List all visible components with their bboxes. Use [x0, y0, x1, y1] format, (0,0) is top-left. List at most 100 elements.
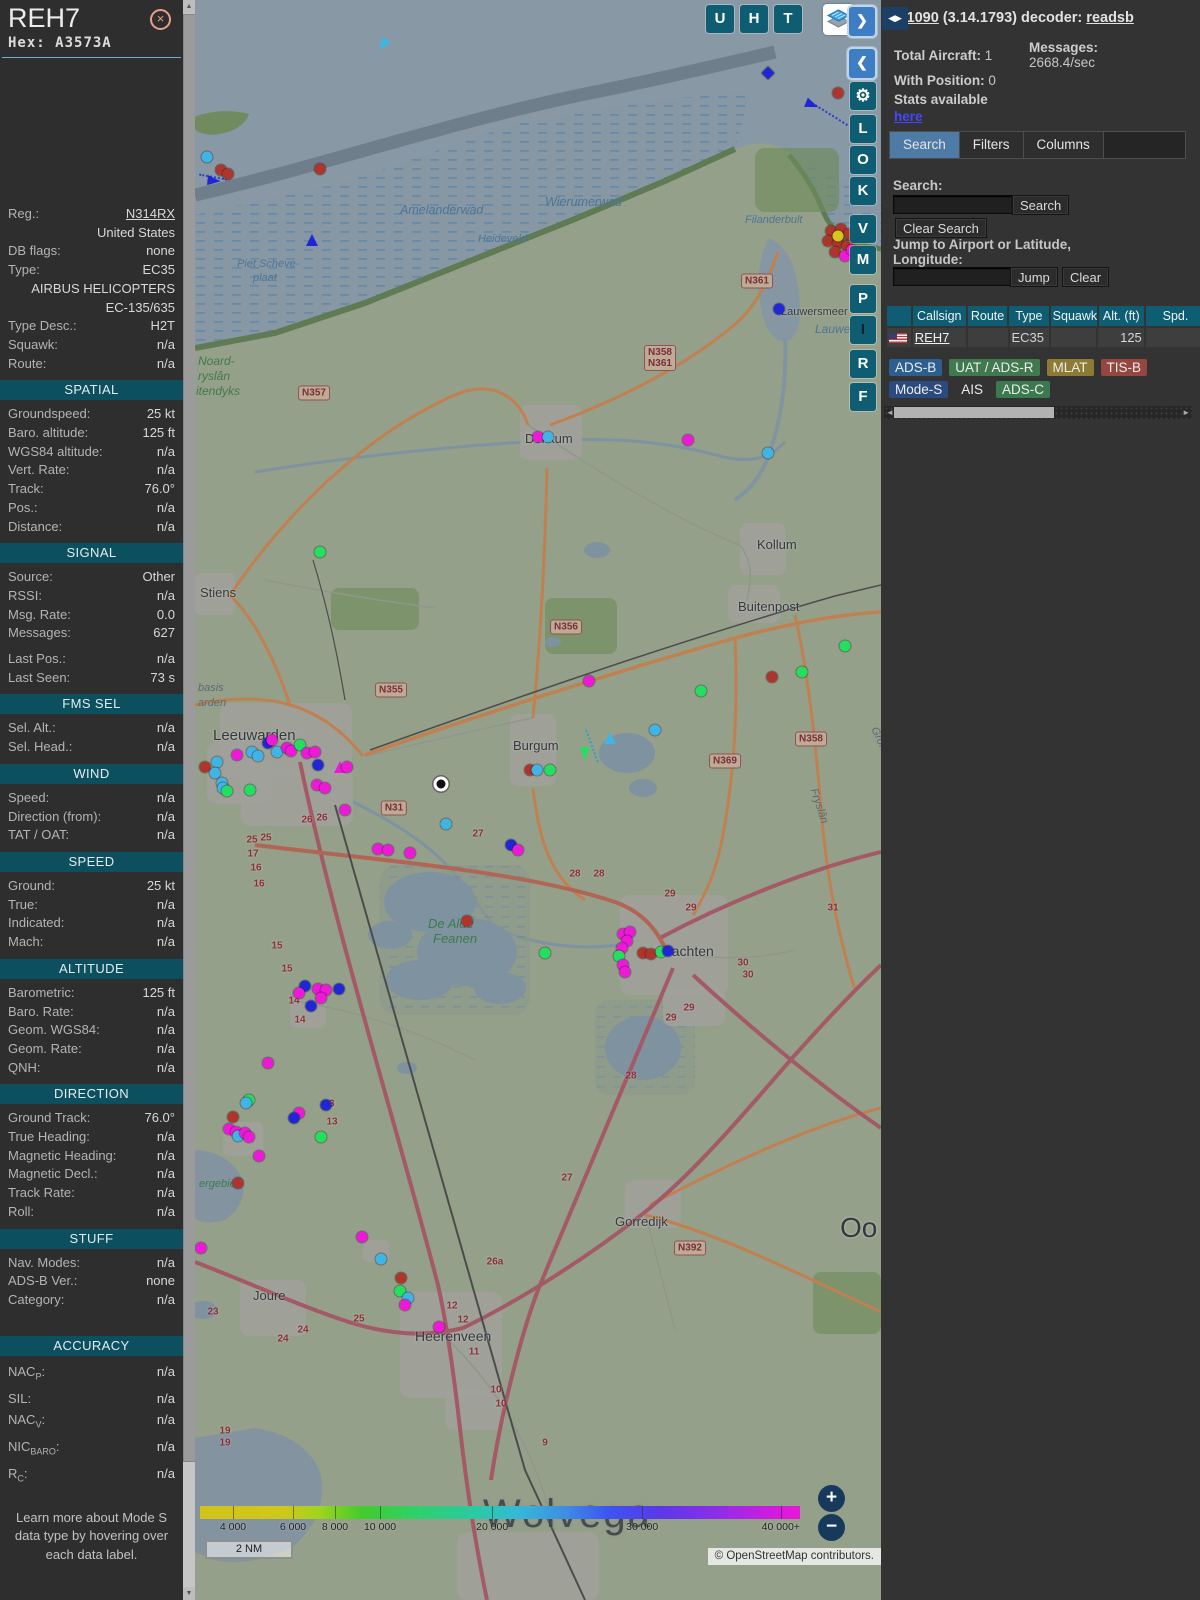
aircraft-marker[interactable]	[315, 547, 326, 558]
jump-button[interactable]: Jump	[1010, 267, 1058, 287]
scroll-right-icon[interactable]: ►	[1182, 407, 1190, 418]
map-button-L[interactable]: L	[850, 115, 876, 143]
aircraft-marker[interactable]	[375, 37, 391, 53]
map-button-U[interactable]: U	[706, 5, 734, 33]
column-header-Alt. (ft)[interactable]: Alt. (ft)	[1099, 306, 1144, 326]
aircraft-marker[interactable]	[316, 993, 327, 1004]
aircraft-marker[interactable]	[840, 641, 851, 652]
selected-aircraft-marker[interactable]	[434, 777, 449, 792]
column-header-Spd.[interactable]: Spd.	[1146, 306, 1200, 326]
attribution[interactable]: © OpenStreetMap contributors.	[708, 1548, 881, 1565]
aircraft-marker[interactable]	[405, 848, 416, 859]
column-header-Callsign[interactable]: Callsign	[913, 306, 966, 326]
tab-filters[interactable]: Filters	[960, 132, 1024, 158]
aircraft-marker[interactable]	[396, 1273, 407, 1284]
map-button-F[interactable]: F	[850, 383, 876, 411]
search-input[interactable]	[893, 195, 1013, 214]
aircraft-marker[interactable]	[316, 1132, 327, 1143]
readsb-link[interactable]: readsb	[1086, 10, 1134, 26]
tab-search[interactable]: Search	[890, 132, 960, 158]
aircraft-marker[interactable]	[441, 819, 452, 830]
aircraft-marker[interactable]	[320, 783, 331, 794]
aircraft-marker[interactable]	[294, 988, 305, 999]
map-button-I[interactable]: I	[850, 316, 876, 344]
map-button-K[interactable]: K	[850, 177, 876, 205]
map[interactable]: AmelanderwadWierumerwadHeideveldFilander…	[195, 0, 881, 1600]
aircraft-marker[interactable]	[310, 747, 321, 758]
row-value[interactable]: N314RX	[126, 205, 175, 224]
aircraft-marker[interactable]	[263, 1058, 274, 1069]
aircraft-marker[interactable]	[833, 88, 844, 99]
aircraft-marker[interactable]	[321, 1100, 332, 1111]
column-header-Route[interactable]: Route	[968, 306, 1007, 326]
aircraft-marker[interactable]	[340, 805, 351, 816]
aircraft-marker[interactable]	[342, 762, 353, 773]
aircraft-marker[interactable]	[804, 98, 820, 112]
expand-icon[interactable]: ❯	[847, 5, 877, 38]
aircraft-marker[interactable]	[202, 152, 213, 163]
tab-columns[interactable]: Columns	[1024, 132, 1104, 158]
aircraft-marker[interactable]	[400, 1300, 411, 1311]
zoom-in-button[interactable]: +	[818, 1485, 845, 1512]
aircraft-marker[interactable]	[306, 1001, 317, 1012]
aircraft-marker[interactable]	[376, 1254, 387, 1265]
aircraft-marker[interactable]	[313, 760, 324, 771]
aircraft-marker[interactable]	[357, 1232, 368, 1243]
jump-clear-button[interactable]: Clear	[1062, 267, 1109, 287]
aircraft-marker[interactable]	[233, 1178, 244, 1189]
zoom-out-button[interactable]: −	[818, 1514, 845, 1541]
aircraft-marker[interactable]	[683, 435, 694, 446]
map-button-M[interactable]: M	[850, 246, 876, 274]
aircraft-marker[interactable]	[833, 231, 844, 242]
scroll-up-icon[interactable]: ▲	[183, 0, 195, 13]
map-button-V[interactable]: V	[850, 215, 876, 243]
aircraft-marker[interactable]	[545, 765, 556, 776]
column-header-Type[interactable]: Type	[1009, 306, 1048, 326]
map-button-O[interactable]: O	[850, 146, 876, 174]
aircraft-marker[interactable]	[797, 667, 808, 678]
search-button[interactable]: Search	[1012, 195, 1069, 215]
stats-link[interactable]: here	[894, 109, 923, 124]
aircraft-marker[interactable]	[244, 1132, 255, 1143]
aircraft-marker[interactable]	[383, 845, 394, 856]
jump-input[interactable]	[893, 267, 1013, 286]
aircraft-marker[interactable]	[207, 175, 221, 186]
aircraft-marker[interactable]	[223, 169, 234, 180]
panel-width-toggle[interactable]: ◀▶	[882, 7, 908, 30]
aircraft-marker[interactable]	[315, 164, 326, 175]
map-button-P[interactable]: P	[850, 285, 876, 313]
aircraft-marker[interactable]	[306, 234, 318, 246]
aircraft-marker[interactable]	[289, 1113, 300, 1124]
cell-callsign[interactable]: REH7	[913, 328, 966, 347]
aircraft-marker[interactable]	[650, 725, 661, 736]
collapse-icon[interactable]: ❮	[847, 47, 877, 80]
map-button-R[interactable]: R	[850, 350, 876, 378]
aircraft-marker[interactable]	[543, 432, 554, 443]
scroll-down-icon[interactable]: ▼	[183, 1587, 195, 1600]
map-button-H[interactable]: H	[740, 5, 768, 33]
aircraft-marker[interactable]	[212, 757, 223, 768]
aircraft-marker[interactable]	[532, 765, 543, 776]
aircraft-marker[interactable]	[434, 1322, 445, 1333]
aircraft-marker[interactable]	[513, 845, 524, 856]
aircraft-marker[interactable]	[222, 786, 233, 797]
aircraft-marker[interactable]	[462, 916, 473, 927]
sidebar-scrollbar[interactable]: ▲ ▼	[183, 0, 195, 1600]
aircraft-marker[interactable]	[762, 67, 775, 80]
column-header-flag[interactable]	[887, 306, 911, 326]
aircraft-marker[interactable]	[763, 448, 774, 459]
aircraft-marker[interactable]	[232, 750, 243, 761]
aircraft-marker[interactable]	[620, 967, 631, 978]
close-icon[interactable]: ×	[150, 9, 171, 30]
clear-search-button[interactable]: Clear Search	[895, 218, 987, 238]
aircraft-marker[interactable]	[334, 984, 345, 995]
aircraft-marker[interactable]	[584, 676, 595, 687]
aircraft-marker[interactable]	[228, 1112, 239, 1123]
aircraft-marker[interactable]	[540, 948, 551, 959]
aircraft-marker[interactable]	[767, 672, 778, 683]
hscrollbar-thumb[interactable]	[894, 407, 1054, 418]
gear-icon[interactable]: ⚙	[850, 82, 876, 110]
aircraft-marker[interactable]	[696, 686, 707, 697]
aircraft-marker[interactable]	[267, 735, 278, 746]
column-header-Squawk[interactable]: Squawk	[1051, 306, 1097, 326]
